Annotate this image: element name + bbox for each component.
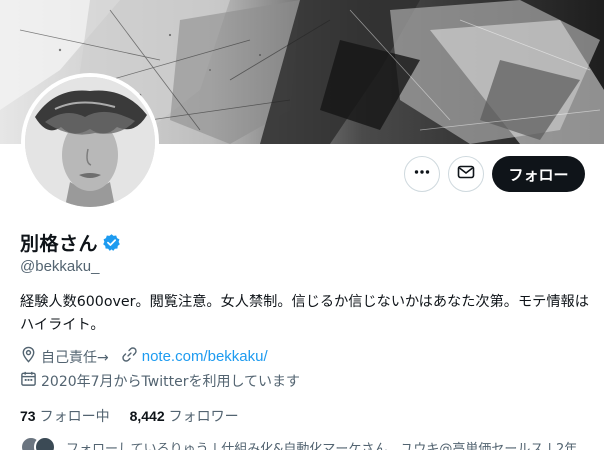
calendar-icon [20, 370, 41, 391]
following-count: 73 [20, 408, 36, 424]
website-item[interactable]: note.com/bekkaku/ [121, 346, 268, 367]
joined-text: 2020年7月からTwitterを利用しています [41, 373, 301, 390]
name-row: 別格さん [20, 229, 121, 256]
followers-link[interactable]: 8,442 フォロワー [130, 406, 239, 426]
followers-label: フォロワー [168, 409, 239, 425]
message-button[interactable] [448, 156, 484, 192]
display-name: 別格さん [20, 233, 99, 255]
followed-by-text: フォローしているりゅう | 仕組み化&自動化マーケさん、ユウキ@高単価セールス … [66, 441, 578, 450]
avatar-image [25, 77, 155, 207]
following-link[interactable]: 73 フォロー中 [20, 406, 110, 426]
followed-by-row[interactable]: フォローしているりゅう | 仕組み化&自動化マーケさん、ユウキ@高単価セールス … [20, 436, 577, 450]
followers-count: 8,442 [129, 408, 165, 424]
location-item: 自己責任→ [20, 346, 109, 367]
more-options-button[interactable] [404, 156, 440, 192]
verified-badge-icon[interactable] [102, 233, 121, 252]
avatar [34, 436, 56, 450]
followed-by-avatars [20, 436, 56, 450]
profile-page: フォロー 別格さん @bekkaku_ 経験人数600over。閲覧注意。女人禁… [0, 0, 604, 450]
envelope-icon [457, 163, 475, 185]
profile-handle: @bekkaku_ [20, 258, 100, 275]
location-pin-icon [20, 346, 41, 367]
joined-row: 2020年7月からTwitterを利用しています [20, 370, 312, 391]
profile-bio: 経験人数600over。閲覧注意。女人禁制。信じるか信じないかはあなた次第。モテ… [20, 294, 589, 333]
website-link[interactable]: note.com/bekkaku/ [142, 348, 268, 365]
link-icon [121, 346, 142, 367]
more-horizontal-icon [413, 163, 431, 185]
following-label: フォロー中 [39, 409, 110, 425]
profile-avatar[interactable] [21, 73, 159, 211]
follow-button[interactable]: フォロー [492, 156, 585, 192]
joined-item: 2020年7月からTwitterを利用しています [20, 370, 300, 391]
profile-meta: 自己責任→ note.com/bekkaku/ [20, 346, 280, 367]
follow-counts: 73 フォロー中 8,442 フォロワー [20, 406, 259, 426]
location-text: 自己責任→ [41, 349, 109, 366]
